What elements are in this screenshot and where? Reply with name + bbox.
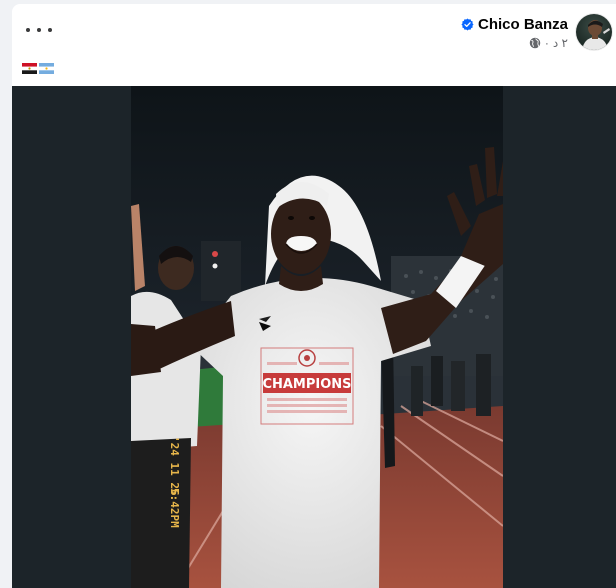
author-line: Chico Banza <box>461 16 568 33</box>
argentina-flag-emoji <box>39 62 54 74</box>
post-meta: · ٢ د <box>529 36 568 50</box>
author-avatar[interactable] <box>576 14 612 50</box>
author-name[interactable]: Chico Banza <box>478 16 568 33</box>
post-media: CHAMPIONS '24 11 26 5:42PM <box>12 86 616 588</box>
post-header: Chico Banza · ٢ د <box>461 14 612 58</box>
post-photo[interactable]: CHAMPIONS '24 11 26 5:42PM <box>131 86 503 588</box>
globe-icon <box>529 37 541 49</box>
more-dot <box>48 28 52 32</box>
meta-separator: · <box>544 36 549 50</box>
author-meta: Chico Banza · ٢ د <box>461 14 568 50</box>
photo-date-stamp: '24 11 26 <box>168 436 181 496</box>
post-card: Chico Banza · ٢ د CHAMPIONS '24 11 26 5:… <box>12 4 616 588</box>
avatar-image <box>582 20 610 50</box>
more-options-button[interactable] <box>26 22 52 38</box>
post-timestamp[interactable]: ٢ د <box>553 36 568 50</box>
photo-image: CHAMPIONS '24 11 26 5:42PM <box>131 86 503 588</box>
post-text <box>22 61 54 75</box>
more-dot <box>26 28 30 32</box>
shirt-print-text: CHAMPIONS <box>262 377 351 392</box>
photo-time-stamp: 5:42PM <box>168 488 181 528</box>
more-dot <box>37 28 41 32</box>
egypt-flag-emoji <box>22 62 37 74</box>
verified-badge-icon <box>461 18 474 31</box>
